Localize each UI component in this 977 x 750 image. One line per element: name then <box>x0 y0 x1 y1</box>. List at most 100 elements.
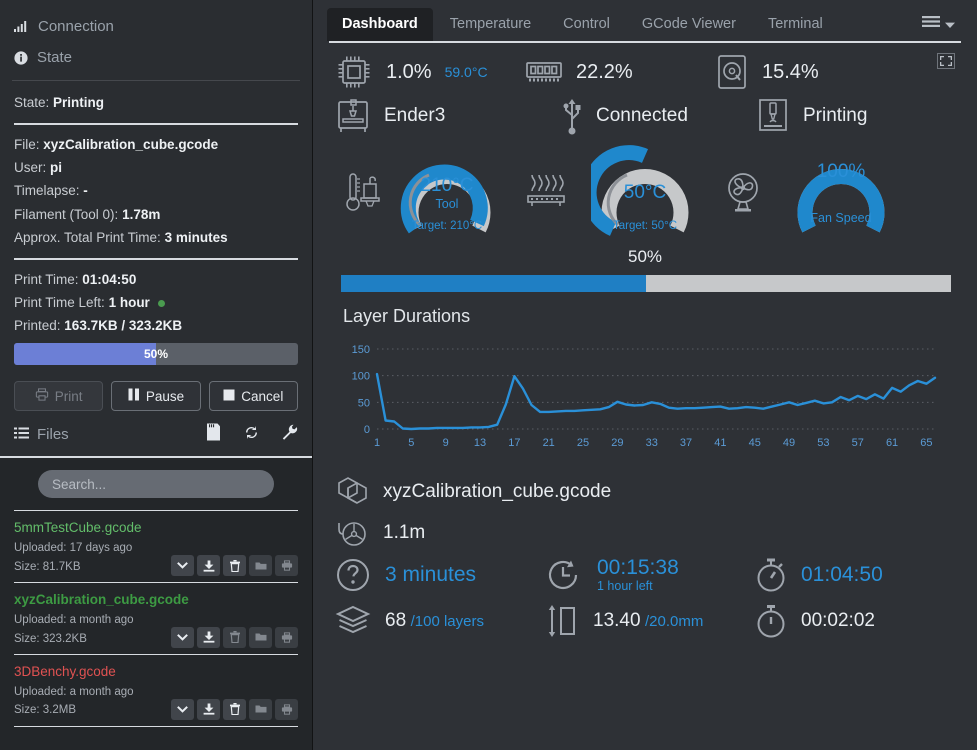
sidebar-item-state[interactable]: State <box>14 45 298 76</box>
detail-filament: Filament (Tool 0): 1.78m <box>14 206 161 222</box>
file-name[interactable]: xyzCalibration_cube.gcode <box>14 592 298 607</box>
file-uploaded: Uploaded: a month ago <box>14 685 134 698</box>
print-time: Print Time: 01:04:50 <box>14 271 137 287</box>
hamburger-icon <box>922 15 940 34</box>
job-estimate: 3 minutes <box>335 557 545 593</box>
folder-icon[interactable] <box>249 555 272 577</box>
chevron-down-icon[interactable] <box>171 555 194 577</box>
sd-card-icon[interactable] <box>206 423 221 446</box>
svg-text:33: 33 <box>646 437 658 449</box>
svg-text:45: 45 <box>749 437 761 449</box>
file-name[interactable]: 3DBenchy.gcode <box>14 664 298 679</box>
file-name[interactable]: 5mmTestCube.gcode <box>14 520 298 535</box>
print-file-icon[interactable] <box>275 626 298 648</box>
tab-control[interactable]: Control <box>548 8 625 41</box>
file-uploaded: Uploaded: 17 days ago <box>14 542 133 555</box>
tab-dashboard[interactable]: Dashboard <box>327 8 433 41</box>
chevron-down-icon[interactable] <box>171 626 194 648</box>
files-title: Files <box>14 426 69 443</box>
sidebar-item-connection[interactable]: Connection <box>14 14 298 45</box>
file-list-item[interactable]: xyzCalibration_cube.gcode Uploaded: a mo… <box>14 583 298 655</box>
timer-icon <box>755 603 787 639</box>
fullscreen-button[interactable] <box>937 53 955 74</box>
gauges-row: 210°C Tool Target: 210°C 50°C Target: 50… <box>313 135 977 243</box>
status-printer: Ender3 <box>335 98 561 134</box>
disk-usage-value: 15.4% <box>762 60 819 83</box>
refresh-icon[interactable] <box>243 424 260 446</box>
job-layers-text: 68 /100 layers <box>385 610 484 632</box>
connection-status-value: Connected <box>596 105 688 126</box>
cancel-button-label: Cancel <box>241 388 284 404</box>
files-list: 5mmTestCube.gcode Uploaded: 17 days ago … <box>0 458 312 750</box>
tab-terminal[interactable]: Terminal <box>753 8 838 41</box>
job-progress-percent: 50% <box>627 247 663 266</box>
job-filament: 1.1m <box>335 518 425 548</box>
delete-icon[interactable] <box>223 555 246 577</box>
download-icon[interactable] <box>197 626 220 648</box>
delete-icon[interactable] <box>223 698 246 720</box>
file-size: Size: 3.2MB <box>14 704 76 717</box>
pause-icon <box>128 388 140 404</box>
memory-usage-value: 22.2% <box>576 60 633 83</box>
info-circle-icon <box>14 50 28 65</box>
heated-bed-icon <box>501 171 591 215</box>
file-meta: Uploaded: 17 days ago Size: 81.7KB <box>14 539 132 576</box>
filament-spool-icon <box>335 518 369 548</box>
download-icon[interactable] <box>197 555 220 577</box>
tab-bar: Dashboard Temperature Control GCode View… <box>313 0 977 41</box>
job-print-time-value: 01:04:50 <box>801 563 883 587</box>
file-list-item[interactable]: 3DBenchy.gcode Uploaded: a month ago Siz… <box>14 655 298 727</box>
folder-icon[interactable] <box>249 626 272 648</box>
chevron-down-icon[interactable] <box>171 698 194 720</box>
pause-button[interactable]: Pause <box>111 381 201 412</box>
tab-gcode-viewer[interactable]: GCode Viewer <box>627 8 751 41</box>
file-meta: Uploaded: a month ago Size: 323.2KB <box>14 611 134 648</box>
pause-button-label: Pause <box>145 388 185 404</box>
detail-timelapse: Timelapse: - <box>14 183 88 199</box>
print-time-left: Print Time Left: 1 hour <box>14 291 298 314</box>
job-eta: 00:15:38 1 hour left <box>545 556 755 593</box>
stat-memory: 22.2% <box>525 59 715 85</box>
status-connection: Connected <box>561 97 756 135</box>
print-button[interactable]: Print <box>14 381 104 412</box>
tab-temperature[interactable]: Temperature <box>435 8 546 41</box>
estimate-quality-dot <box>157 300 165 308</box>
folder-icon[interactable] <box>249 698 272 720</box>
svg-text:13: 13 <box>474 437 486 449</box>
download-icon[interactable] <box>197 698 220 720</box>
gauge-fan: 100% Fan Speed <box>787 143 895 243</box>
job-file-name: xyzCalibration_cube.gcode <box>383 481 612 502</box>
svg-text:57: 57 <box>852 437 864 449</box>
tab-overflow-menu[interactable] <box>922 15 961 34</box>
file-row-body: Uploaded: a month ago Size: 323.2KB <box>14 611 298 648</box>
file-uploaded: Uploaded: a month ago <box>14 614 134 627</box>
print-file-icon[interactable] <box>275 698 298 720</box>
delete-icon[interactable] <box>223 626 246 648</box>
svg-text:100: 100 <box>352 371 370 383</box>
wrench-icon[interactable] <box>282 424 298 445</box>
state-panel: State: Printing File: xyzCalibration_cub… <box>0 81 312 412</box>
job-details: File: xyzCalibration_cube.gcode User: pi… <box>14 133 298 249</box>
job-height-total: /20.0mm <box>645 613 704 631</box>
svg-text:21: 21 <box>543 437 555 449</box>
cancel-button[interactable]: Cancel <box>208 381 298 412</box>
extruding-icon <box>756 98 790 134</box>
file-list-item[interactable]: 5mmTestCube.gcode Uploaded: 17 days ago … <box>14 510 298 584</box>
height-arrow-icon <box>545 603 579 639</box>
list-icon <box>14 426 29 443</box>
cpu-usage-value: 1.0% <box>386 60 432 83</box>
print-file-icon[interactable] <box>275 555 298 577</box>
files-title-label: Files <box>37 426 69 444</box>
job-height: 13.40 /20.0mm <box>545 603 755 639</box>
job-controls: Print Pause Cancel <box>14 381 298 412</box>
layers-icon <box>335 605 371 637</box>
svg-text:41: 41 <box>714 437 726 449</box>
status-job: Printing <box>756 98 867 134</box>
gauge-bed-target: Target: 50°C <box>612 220 678 232</box>
search-input[interactable] <box>38 470 274 499</box>
file-row-body: Uploaded: 17 days ago Size: 81.7KB <box>14 539 298 577</box>
svg-text:9: 9 <box>443 437 449 449</box>
file-actions <box>171 698 298 720</box>
job-times-row: 3 minutes 00:15:38 1 hour left 01:04:50 <box>313 548 977 593</box>
question-circle-icon <box>335 557 371 593</box>
